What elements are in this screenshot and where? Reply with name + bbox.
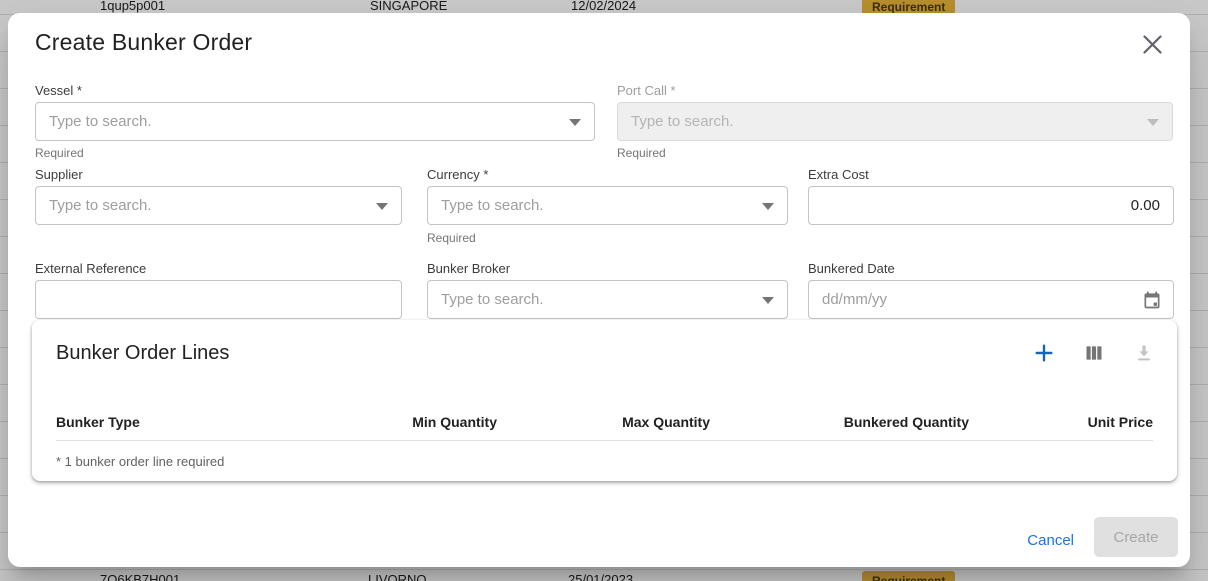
- supplier-input[interactable]: Type to search.: [35, 186, 402, 225]
- port-call-input: Type to search.: [617, 102, 1173, 141]
- chevron-down-icon: [762, 203, 774, 210]
- download-button[interactable]: [1133, 344, 1155, 366]
- vessel-input[interactable]: Type to search.: [35, 102, 595, 141]
- lines-table-header: Bunker Type Min Quantity Max Quantity Bu…: [56, 404, 1153, 441]
- currency-placeholder: Type to search.: [441, 197, 544, 214]
- bunkered-date-placeholder: dd/mm/yy: [822, 291, 887, 308]
- close-button[interactable]: [1138, 33, 1166, 61]
- bunker-broker-label: Bunker Broker: [427, 261, 510, 276]
- currency-helper: Required: [427, 231, 476, 245]
- supplier-placeholder: Type to search.: [49, 197, 152, 214]
- column-header-max-quantity: Max Quantity: [497, 414, 710, 430]
- extra-cost-value: 0.00: [822, 197, 1160, 214]
- lines-toolbar: [1033, 344, 1155, 366]
- column-header-bunkered-quantity: Bunkered Quantity: [710, 414, 969, 430]
- bunkered-date-input[interactable]: dd/mm/yy: [808, 280, 1174, 319]
- columns-icon: [1084, 343, 1104, 368]
- bunkered-date-label: Bunkered Date: [808, 261, 895, 276]
- column-header-unit-price: Unit Price: [969, 414, 1153, 430]
- extra-cost-label: Extra Cost: [808, 167, 869, 182]
- currency-input[interactable]: Type to search.: [427, 186, 788, 225]
- bunker-order-lines-card: Bunker Order Lines: [32, 320, 1177, 481]
- column-header-min-quantity: Min Quantity: [276, 414, 497, 430]
- external-reference-input[interactable]: [35, 280, 402, 319]
- extra-cost-input[interactable]: 0.00: [808, 186, 1174, 225]
- column-settings-button[interactable]: [1083, 344, 1105, 366]
- add-icon: [1033, 342, 1055, 369]
- vessel-helper: Required: [35, 146, 84, 160]
- bunker-broker-input[interactable]: Type to search.: [427, 280, 788, 319]
- bunker-broker-placeholder: Type to search.: [441, 291, 544, 308]
- calendar-icon[interactable]: [1142, 290, 1162, 315]
- port-call-helper: Required: [617, 146, 666, 160]
- chevron-down-icon: [376, 203, 388, 210]
- dialog-title: Create Bunker Order: [35, 29, 252, 56]
- column-header-bunker-type: Bunker Type: [56, 414, 276, 430]
- download-icon: [1134, 343, 1154, 368]
- close-icon: [1143, 35, 1162, 59]
- chevron-down-icon: [762, 297, 774, 304]
- port-call-label: Port Call *: [617, 83, 676, 98]
- external-reference-label: External Reference: [35, 261, 146, 276]
- chevron-down-icon: [569, 119, 581, 126]
- add-line-button[interactable]: [1033, 344, 1055, 366]
- create-button[interactable]: Create: [1094, 517, 1178, 557]
- currency-label: Currency *: [427, 167, 488, 182]
- vessel-label: Vessel *: [35, 83, 82, 98]
- lines-required-note: * 1 bunker order line required: [56, 454, 224, 469]
- port-call-placeholder: Type to search.: [631, 113, 734, 130]
- cancel-button[interactable]: Cancel: [1027, 532, 1074, 549]
- supplier-label: Supplier: [35, 167, 83, 182]
- screen: 1qup5p001 SINGAPORE 12/02/2024 Requireme…: [0, 0, 1208, 581]
- chevron-down-icon: [1147, 119, 1159, 126]
- create-bunker-order-dialog: Create Bunker Order Vessel * Type to sea…: [8, 13, 1190, 567]
- vessel-placeholder: Type to search.: [49, 113, 152, 130]
- lines-section-title: Bunker Order Lines: [56, 342, 229, 365]
